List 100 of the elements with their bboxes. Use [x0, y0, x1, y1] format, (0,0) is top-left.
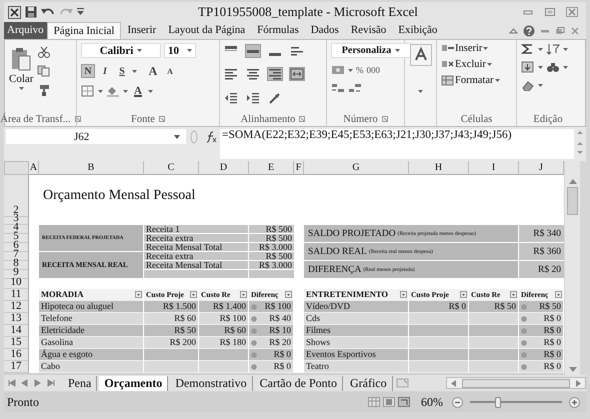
filter-dropdown-icon[interactable]: [460, 291, 467, 298]
row-header[interactable]: 17: [4, 361, 28, 373]
copy-icon[interactable]: [37, 65, 52, 77]
dialog-launcher-icon[interactable]: [158, 116, 165, 122]
row-header[interactable]: 13: [4, 313, 28, 325]
row-header[interactable]: 15: [4, 337, 28, 349]
column-header[interactable]: F: [294, 161, 304, 175]
fill-color-icon[interactable]: [106, 85, 120, 97]
vertical-scrollbar[interactable]: [565, 161, 580, 375]
column-header[interactable]: J: [519, 161, 564, 175]
filter-dropdown-icon[interactable]: [555, 291, 562, 298]
column-header[interactable]: G: [304, 161, 409, 175]
shrink-font-button[interactable]: A: [163, 64, 177, 78]
caret-icon[interactable]: [18, 87, 24, 90]
align-middle-icon[interactable]: [246, 45, 260, 57]
increase-decimal-icon[interactable]: [331, 82, 345, 94]
caret-icon[interactable]: [538, 84, 543, 86]
orientation-icon[interactable]: [268, 92, 282, 104]
indent-icon[interactable]: [246, 92, 260, 104]
align-center-icon[interactable]: [246, 68, 260, 80]
scroll-right-icon[interactable]: [576, 380, 581, 386]
filter-dropdown-icon[interactable]: [240, 291, 247, 298]
customize-icon[interactable]: [77, 8, 84, 16]
column-header[interactable]: C: [144, 161, 199, 175]
zoom-level[interactable]: 60%: [421, 394, 443, 410]
binoculars-icon[interactable]: [546, 61, 560, 73]
function-icon[interactable]: [204, 130, 218, 142]
bold-button[interactable]: N: [81, 64, 95, 78]
caret-icon[interactable]: [148, 90, 153, 92]
cells-button[interactable]: Inserir: [441, 42, 512, 54]
dialog-launcher-icon[interactable]: [382, 116, 388, 122]
sheet-tab[interactable]: Pena: [63, 376, 98, 390]
close-icon[interactable]: [566, 7, 578, 17]
dialog-launcher-icon[interactable]: [74, 116, 81, 122]
scroll-thumb[interactable]: [567, 187, 578, 215]
caret-icon[interactable]: [563, 48, 568, 50]
filter-dropdown-icon[interactable]: [135, 291, 142, 298]
caret-icon[interactable]: [123, 90, 128, 92]
maximize-icon[interactable]: [544, 7, 556, 17]
ribbon-tab[interactable]: Inserir: [121, 22, 162, 39]
caret-icon[interactable]: [538, 48, 543, 50]
scroll-down-icon[interactable]: [568, 367, 576, 372]
thousands-button[interactable]: 000: [366, 65, 380, 75]
italic-button[interactable]: I: [98, 64, 112, 78]
ribbon-tab[interactable]: Layout da Página: [162, 22, 252, 39]
previous-sheet-icon[interactable]: [21, 379, 29, 387]
ribbon-tab[interactable]: Exibição: [392, 22, 444, 39]
borders-icon[interactable]: [81, 85, 95, 97]
collapse-ribbon-icon[interactable]: [509, 26, 518, 34]
sum-icon[interactable]: [521, 43, 535, 55]
name-box[interactable]: J62: [6, 129, 186, 144]
filter-dropdown-icon[interactable]: [510, 291, 517, 298]
slider-thumb[interactable]: [494, 396, 501, 408]
format-painter-icon[interactable]: [37, 84, 52, 96]
row-header[interactable]: 10: [4, 279, 28, 289]
font-dropdown[interactable]: Calibri: [81, 43, 161, 58]
zoom-in-icon[interactable]: [569, 396, 580, 408]
row-header[interactable]: 14: [4, 325, 28, 337]
caret-icon[interactable]: [538, 66, 543, 68]
filter-dropdown-icon[interactable]: [400, 291, 407, 298]
sheet-tab[interactable]: Gráfico: [344, 376, 393, 390]
align-left-icon[interactable]: [224, 68, 238, 80]
paste-button[interactable]: Colar: [9, 43, 34, 109]
percent-button[interactable]: %: [356, 65, 364, 75]
file-tab[interactable]: Arquivo: [4, 22, 47, 39]
scissors-icon[interactable]: [37, 46, 52, 58]
caret-icon[interactable]: [132, 70, 137, 72]
caret-icon[interactable]: [563, 66, 568, 68]
row-header[interactable]: 16: [4, 349, 28, 361]
ribbon-tab[interactable]: Página Inicial: [46, 22, 122, 39]
cells-button[interactable]: Formatar: [441, 74, 512, 86]
row-header[interactable]: 9: [4, 270, 28, 279]
caret-icon[interactable]: [348, 68, 353, 72]
caret-icon[interactable]: [98, 90, 103, 92]
row-header[interactable]: 11: [4, 289, 28, 301]
column-header[interactable]: H: [409, 161, 469, 175]
cells-button[interactable]: Excluir: [441, 58, 512, 70]
eraser-icon[interactable]: [521, 79, 535, 91]
page-break-icon[interactable]: [398, 397, 410, 407]
underline-button[interactable]: S: [115, 64, 129, 78]
scroll-thumb[interactable]: [462, 378, 570, 388]
column-header[interactable]: I: [469, 161, 519, 175]
horizontal-scrollbar[interactable]: [446, 377, 586, 389]
filter-dropdown-icon[interactable]: [285, 291, 292, 298]
outdent-icon[interactable]: [224, 92, 238, 104]
restore-icon[interactable]: [555, 26, 565, 34]
first-sheet-icon[interactable]: [8, 379, 16, 387]
column-header[interactable]: E: [249, 161, 294, 175]
fill-icon[interactable]: [521, 61, 535, 73]
help-icon[interactable]: [523, 24, 535, 36]
merge-icon[interactable]: [290, 68, 304, 80]
next-sheet-icon[interactable]: [34, 379, 42, 387]
scroll-up-icon[interactable]: [568, 179, 576, 184]
grow-font-button[interactable]: A: [146, 64, 160, 78]
sheet-tab[interactable]: Demonstrativo: [170, 376, 253, 390]
align-right-icon[interactable]: [268, 68, 282, 80]
number-format-dropdown[interactable]: Personaliza: [331, 43, 411, 58]
size-dropdown[interactable]: 10: [164, 43, 196, 58]
last-sheet-icon[interactable]: [47, 379, 55, 387]
currency-icon[interactable]: [331, 64, 345, 76]
